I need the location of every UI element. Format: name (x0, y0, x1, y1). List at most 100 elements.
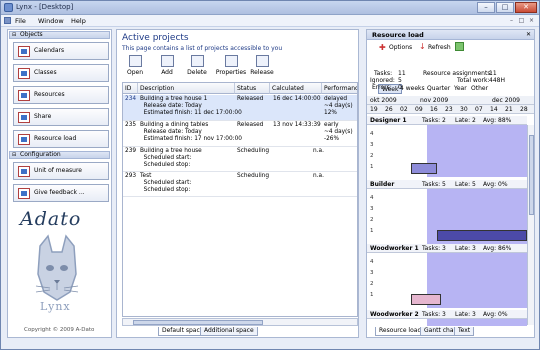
options-button[interactable]: Options (389, 44, 412, 51)
objects-section-header[interactable]: ⊟ Objects (9, 31, 110, 39)
tab-resource-load[interactable]: Resource load (375, 327, 426, 336)
adato-logo: Adato (20, 208, 82, 230)
delete-button[interactable]: Delete (182, 54, 212, 78)
tab-additional-space[interactable]: Additional space (200, 327, 258, 336)
month-label: okt 2009 (370, 97, 397, 104)
tab-text[interactable]: Text (454, 327, 475, 336)
classes-button[interactable]: Classes (13, 64, 109, 82)
col-description[interactable]: Description (138, 83, 235, 94)
feedback-icon (18, 188, 30, 199)
resource-late: Late: 3 (455, 245, 476, 252)
month-ruler: okt 2009 nov 2009 dec 2009 (367, 96, 534, 105)
week-label: 02 (400, 106, 408, 113)
menu-bar: File Window Help – □ × (1, 15, 539, 27)
menu-help[interactable]: Help (71, 17, 86, 25)
maximize-button[interactable]: □ (496, 2, 514, 13)
share-button[interactable]: Share (13, 108, 109, 126)
col-id[interactable]: ID (123, 83, 138, 94)
period-quarter[interactable]: Quarter (424, 84, 453, 94)
menu-file[interactable]: File (15, 17, 26, 25)
resource-tasks: Tasks: 3 (422, 245, 446, 252)
refresh-button[interactable]: Refresh (428, 44, 451, 51)
table-row[interactable]: 234 Building a tree house 1 Release date… (123, 95, 357, 121)
period-year[interactable]: Year (451, 84, 470, 94)
horizontal-scrollbar[interactable] (122, 318, 358, 326)
vertical-scrollbar[interactable] (527, 125, 534, 325)
month-label: dec 2009 (492, 97, 520, 104)
week-label: 19 (370, 106, 378, 113)
add-button[interactable]: Add (152, 54, 182, 78)
refresh-icon[interactable]: ↓ (419, 42, 426, 51)
y-tick: 1 (370, 164, 374, 170)
ignored-label: Ignored: (370, 77, 395, 84)
row-description: Building a tree house 1 Release date: To… (140, 96, 242, 116)
scroll-thumb[interactable] (133, 320, 263, 325)
week-label: 07 (475, 106, 483, 113)
give-feedback-button[interactable]: Give feedback ... (13, 184, 109, 202)
table-row[interactable]: 239 Building a tree house Scheduled star… (123, 147, 357, 172)
release-button[interactable]: Release (247, 54, 277, 78)
lynx-logo-text: Lynx (40, 300, 71, 313)
week-label: 09 (415, 106, 423, 113)
scroll-thumb[interactable] (529, 135, 534, 215)
row-status: Released (237, 122, 264, 128)
row-id: 235 (125, 122, 137, 128)
classes-icon (18, 68, 30, 79)
col-status[interactable]: Status (235, 83, 270, 94)
close-button[interactable]: ✕ (515, 2, 537, 13)
unit-icon (18, 166, 30, 177)
row-id: 239 (125, 148, 137, 154)
row-finish: n.a. (313, 148, 324, 154)
release-icon (255, 55, 269, 67)
y-tick: 1 (370, 228, 374, 234)
assignments-value: 11 (489, 70, 497, 77)
col-performance[interactable]: Performance (322, 83, 357, 94)
load-chart: 4 3 2 1 (367, 253, 527, 308)
row-id: 234 (125, 96, 137, 102)
menu-window[interactable]: Window (38, 17, 64, 25)
resource-header[interactable]: Woodworker 1 Tasks: 3 Late: 3 Avg: 86% (367, 244, 527, 253)
y-tick: 3 (370, 142, 374, 148)
resource-load-button[interactable]: Resource load (13, 130, 109, 148)
page-title: Active projects (122, 33, 189, 43)
total-work-label: Total work: (457, 77, 490, 84)
unit-of-measure-button[interactable]: Unit of measure (13, 162, 109, 180)
mdi-close-icon[interactable]: × (527, 17, 536, 25)
open-button[interactable]: Open (120, 54, 150, 78)
mdi-minimize-icon[interactable]: – (507, 17, 516, 25)
table-row[interactable]: 293 Test Scheduled start: Scheduled stop… (123, 172, 357, 197)
panel-close-icon[interactable]: ✕ (526, 31, 531, 38)
week-label: 26 (385, 106, 393, 113)
resource-header[interactable]: Woodworker 2 Tasks: 3 Late: 3 Avg: 0% (367, 310, 527, 319)
load-bar (411, 163, 437, 174)
nonworking-area (367, 189, 427, 244)
chart-icon[interactable] (455, 42, 464, 51)
period-other[interactable]: Other (468, 84, 491, 94)
page-subtitle: This page contains a list of projects ac… (122, 45, 283, 52)
resource-name: Woodworker 1 (370, 245, 419, 252)
calendars-button[interactable]: Calendars (13, 42, 109, 60)
resource-block-designer-1: Designer 1 Tasks: 2 Late: 2 Avg: 88% 4 3… (367, 116, 527, 180)
table-row[interactable]: 235 Building a dining tables Release dat… (123, 121, 357, 147)
minimize-button[interactable]: – (477, 2, 495, 13)
collapse-icon[interactable]: ⊟ (12, 32, 16, 38)
row-finish: 13 nov 14:33:39 (273, 122, 321, 128)
resource-tasks: Tasks: 2 (422, 117, 446, 124)
window-title: Lynx - [Desktop] (16, 3, 74, 11)
options-icon[interactable]: ✚ (379, 43, 386, 52)
resources-button[interactable]: Resources (13, 86, 109, 104)
configuration-section-header[interactable]: ⊟ Configuration (9, 151, 110, 159)
properties-button[interactable]: Properties (214, 54, 248, 78)
row-status: Released (237, 96, 264, 102)
resource-header[interactable]: Builder Tasks: 5 Late: 5 Avg: 0% (367, 180, 527, 189)
errors-value: 0 (398, 84, 402, 91)
resource-tasks: Tasks: 5 (422, 181, 446, 188)
row-description: Building a tree house Scheduled start: S… (140, 148, 202, 168)
resource-avg: Avg: 88% (483, 117, 512, 124)
resource-header[interactable]: Designer 1 Tasks: 2 Late: 2 Avg: 88% (367, 116, 527, 125)
row-finish: 16 dec 14:00:00 (273, 96, 321, 102)
collapse-icon[interactable]: ⊟ (12, 152, 16, 158)
errors-label: Errors: (372, 84, 392, 91)
mdi-restore-icon[interactable]: □ (517, 17, 526, 25)
col-calculated-finish[interactable]: Calculated finish (270, 83, 322, 103)
